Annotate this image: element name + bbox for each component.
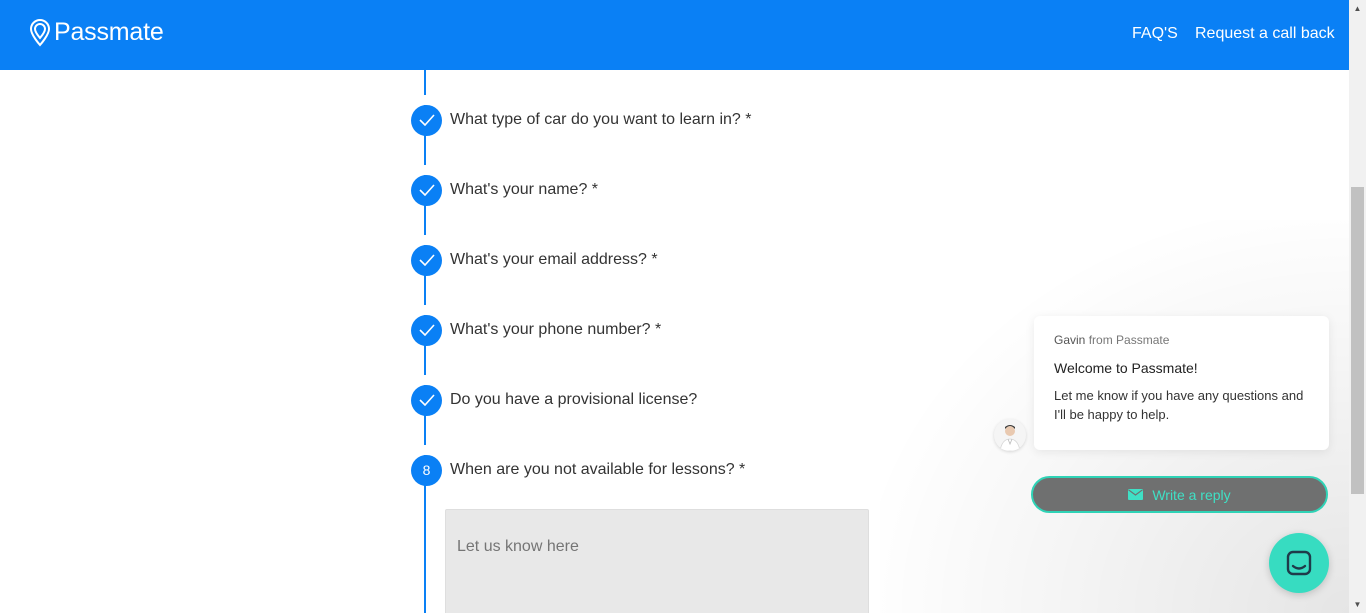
form-step-phone[interactable]: What's your phone number? * <box>411 314 661 346</box>
page-scrollbar[interactable]: ▲ ▼ <box>1349 0 1366 613</box>
step-complete-badge <box>411 174 442 206</box>
chat-sender: Gavin from Passmate <box>1054 333 1309 347</box>
step-question: What's your email address? * <box>450 251 658 268</box>
availability-input[interactable] <box>445 509 869 613</box>
write-reply-label: Write a reply <box>1152 486 1231 503</box>
step-question: What type of car do you want to learn in… <box>450 111 752 128</box>
chat-sender-name: Gavin <box>1054 333 1086 347</box>
write-reply-button[interactable]: Write a reply <box>1031 476 1328 513</box>
step-complete-badge <box>411 104 442 136</box>
agent-avatar <box>994 419 1026 451</box>
check-icon <box>418 114 435 126</box>
step-number-badge: 8 <box>411 454 442 486</box>
check-icon <box>418 394 435 406</box>
person-avatar-icon <box>999 425 1021 451</box>
check-icon <box>418 324 435 336</box>
chat-message-text: Let me know if you have any questions an… <box>1054 388 1304 422</box>
faq-link[interactable]: FAQ'S <box>1132 25 1178 43</box>
intercom-chat-icon <box>1286 550 1312 576</box>
logo-text: Passmate <box>54 18 164 46</box>
top-nav-bar: Passmate FAQ'S Request a call back <box>0 0 1349 70</box>
envelope-icon <box>1128 489 1144 500</box>
step-question: What's your phone number? * <box>450 321 662 338</box>
form-step-email[interactable]: What's your email address? * <box>411 244 658 276</box>
chat-message-card[interactable]: Gavin from Passmate Welcome to Passmate!… <box>1034 316 1329 450</box>
step-question: Do you have a provisional license? <box>450 391 698 408</box>
form-step-availability[interactable]: 8 When are you not available for lessons… <box>411 454 745 486</box>
location-pin-icon <box>29 18 51 46</box>
form-step-provisional-license[interactable]: Do you have a provisional license? <box>411 384 697 416</box>
step-complete-badge <box>411 244 442 276</box>
scrollbar-thumb[interactable] <box>1351 187 1364 494</box>
chat-sender-suffix: from Passmate <box>1088 333 1170 347</box>
chat-welcome-text: Welcome to Passmate! <box>1054 360 1198 376</box>
form-step-car-type[interactable]: What type of car do you want to learn in… <box>411 104 752 136</box>
passmate-logo[interactable]: Passmate <box>29 18 164 47</box>
scroll-down-arrow-icon[interactable]: ▼ <box>1349 596 1366 613</box>
step-complete-badge <box>411 314 442 346</box>
check-icon <box>418 184 435 196</box>
chat-launcher-button[interactable] <box>1269 533 1329 593</box>
request-callback-link[interactable]: Request a call back <box>1195 25 1335 43</box>
step-complete-badge <box>411 384 442 416</box>
scroll-up-arrow-icon[interactable]: ▲ <box>1349 0 1366 17</box>
form-step-name[interactable]: What's your name? * <box>411 174 598 206</box>
step-question: When are you not available for lessons? … <box>450 461 746 478</box>
step-question: What's your name? * <box>450 181 599 198</box>
check-icon <box>418 254 435 266</box>
